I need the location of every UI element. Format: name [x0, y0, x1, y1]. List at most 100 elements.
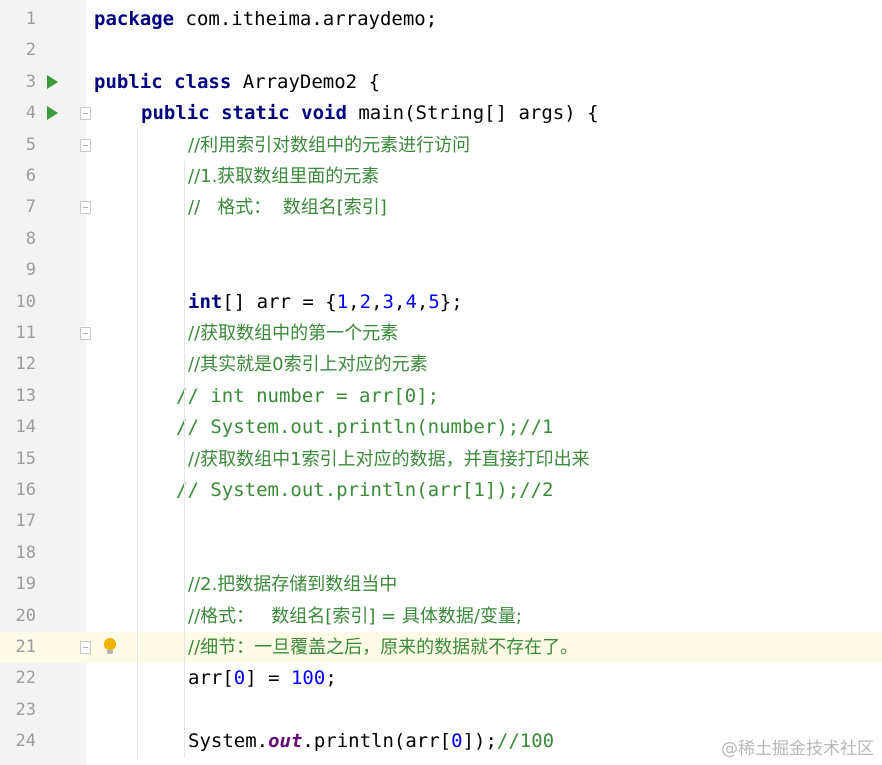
line-number[interactable]: 2	[10, 35, 36, 66]
code-text[interactable]: // System.out.println(arr[1]);//2	[176, 475, 554, 506]
code-token: //1.获取数组里面的元素	[188, 166, 380, 187]
line-number[interactable]: 24	[10, 726, 36, 757]
code-token: arr[	[188, 667, 234, 690]
code-text[interactable]: //格式： 数组名[索引] = 具体数据/变量;	[188, 601, 522, 632]
line-number[interactable]: 19	[10, 569, 36, 600]
code-text[interactable]: //利用索引对数组中的元素进行访问	[188, 130, 470, 161]
run-gutter-icon[interactable]	[47, 106, 58, 121]
code-text[interactable]: arr[0] = 100;	[188, 663, 337, 694]
code-token: //100	[496, 730, 555, 753]
code-line[interactable]: 18	[0, 538, 882, 569]
code-token: com.itheima.arraydemo;	[174, 8, 438, 30]
code-line[interactable]: 9	[0, 255, 882, 286]
line-number[interactable]: 10	[10, 287, 36, 318]
indent-guide	[137, 129, 138, 758]
code-line[interactable]: 12 //其实就是0索引上对应的元素	[0, 349, 882, 380]
code-line[interactable]: 8	[0, 224, 882, 255]
code-line[interactable]: 19 //2.把数据存储到数组当中	[0, 569, 882, 600]
code-line[interactable]: 11 //获取数组中的第一个元素	[0, 318, 882, 349]
code-line[interactable]: 7 // 格式： 数组名[索引]	[0, 192, 882, 223]
code-token: [] arr = {	[222, 290, 337, 313]
line-number[interactable]: 18	[10, 538, 36, 569]
code-token: 1	[336, 290, 349, 313]
line-number[interactable]: 17	[10, 506, 36, 537]
code-text[interactable]: //获取数组中的第一个元素	[188, 318, 398, 349]
code-line[interactable]: 14 // System.out.println(number);//1	[0, 412, 882, 443]
code-text[interactable]: System.out.println(arr[0]);//100	[188, 726, 554, 757]
code-text[interactable]: // int number = arr[0];	[176, 381, 439, 412]
code-token: System.	[188, 730, 269, 753]
line-number[interactable]: 16	[10, 475, 36, 506]
code-token: // int number = arr[0];	[176, 384, 440, 407]
code-line[interactable]: 3 public class ArrayDemo2 {	[0, 67, 882, 98]
code-token: //获取数组中的第一个元素	[188, 323, 399, 344]
line-number[interactable]: 11	[10, 318, 36, 349]
fold-marker-icon[interactable]	[80, 107, 91, 121]
code-token: 100	[290, 667, 326, 690]
code-text[interactable]: public static void main(String[] args) {	[141, 98, 599, 129]
code-line[interactable]: 23	[0, 695, 882, 726]
code-token: .println(arr[	[302, 730, 452, 753]
code-token: //利用索引对数组中的元素进行访问	[188, 134, 471, 156]
line-number[interactable]: 22	[10, 663, 36, 694]
code-line[interactable]: 21 //细节：一旦覆盖之后，原来的数据就不存在了。	[0, 632, 882, 664]
code-text[interactable]: //获取数组中1索引上对应的数据，并直接打印出来	[188, 444, 590, 475]
code-line[interactable]: 20 //格式： 数组名[索引] = 具体数据/变量;	[0, 601, 882, 632]
code-line[interactable]: 4 public static void main(String[] args) …	[0, 98, 882, 129]
line-number[interactable]: 15	[10, 444, 36, 475]
fold-marker-icon[interactable]	[80, 327, 91, 340]
line-number[interactable]: 20	[10, 601, 36, 632]
line-number[interactable]: 14	[10, 412, 36, 443]
code-token: 0	[233, 667, 246, 690]
code-line[interactable]: 2	[0, 35, 882, 66]
code-text[interactable]: public class ArrayDemo2 {	[94, 67, 380, 98]
line-number[interactable]: 9	[10, 255, 36, 286]
line-number[interactable]: 23	[10, 695, 36, 726]
code-token: 2	[359, 290, 372, 313]
code-line[interactable]: 6 //1.获取数组里面的元素	[0, 161, 882, 192]
code-token: // 格式： 数组名[索引]	[188, 197, 387, 219]
code-line[interactable]: 15 //获取数组中1索引上对应的数据，并直接打印出来	[0, 444, 882, 475]
code-token: class	[174, 70, 232, 93]
line-number[interactable]: 7	[10, 192, 36, 223]
code-text[interactable]: //其实就是0索引上对应的元素	[188, 349, 428, 380]
line-number[interactable]: 5	[10, 130, 36, 161]
code-token: out	[268, 730, 303, 753]
code-line[interactable]: 17	[0, 506, 882, 537]
line-number[interactable]: 1	[10, 4, 36, 35]
code-text[interactable]: //细节：一旦覆盖之后，原来的数据就不存在了。	[188, 632, 578, 663]
code-token: int	[188, 290, 223, 313]
line-number[interactable]: 21	[10, 632, 36, 663]
code-token: // System.out.println(number);//1	[176, 416, 554, 439]
code-text[interactable]: package com.itheima.arraydemo;	[94, 4, 437, 35]
line-number[interactable]: 12	[10, 349, 36, 380]
fold-marker-icon[interactable]	[80, 201, 91, 215]
fold-marker-icon[interactable]	[80, 641, 91, 654]
code-token: public	[94, 70, 163, 93]
code-line[interactable]: 16 // System.out.println(arr[1]);//2	[0, 475, 882, 506]
run-gutter-icon[interactable]	[47, 74, 58, 89]
fold-marker-icon[interactable]	[80, 138, 91, 152]
watermark: @稀土掘金技术社区	[721, 739, 874, 759]
code-token: 4	[405, 290, 417, 313]
code-text[interactable]: int[] arr = {1,2,3,4,5};	[188, 287, 463, 318]
code-line[interactable]: 22 arr[0] = 100;	[0, 663, 882, 694]
code-line[interactable]: 1 package com.itheima.arraydemo;	[0, 4, 882, 35]
line-number[interactable]: 3	[10, 67, 36, 98]
code-line[interactable]: 10 int[] arr = {1,2,3,4,5};	[0, 287, 882, 318]
lightbulb-icon[interactable]	[104, 638, 116, 654]
code-token: ArrayDemo2 {	[231, 70, 381, 93]
line-number[interactable]: 4	[10, 98, 36, 129]
code-token: //其实就是0索引上对应的元素	[188, 354, 428, 376]
line-number[interactable]: 8	[10, 224, 36, 255]
code-text[interactable]: // System.out.println(number);//1	[176, 412, 554, 443]
code-line[interactable]: 5 //利用索引对数组中的元素进行访问	[0, 130, 882, 161]
line-number[interactable]: 6	[10, 161, 36, 192]
line-number[interactable]: 13	[10, 381, 36, 412]
code-text[interactable]: //2.把数据存储到数组当中	[188, 569, 397, 600]
code-token: ]);	[462, 730, 497, 753]
code-line[interactable]: 13 // int number = arr[0];	[0, 381, 882, 412]
code-text[interactable]: // 格式： 数组名[索引]	[188, 192, 387, 223]
code-text[interactable]: //1.获取数组里面的元素	[188, 161, 379, 192]
